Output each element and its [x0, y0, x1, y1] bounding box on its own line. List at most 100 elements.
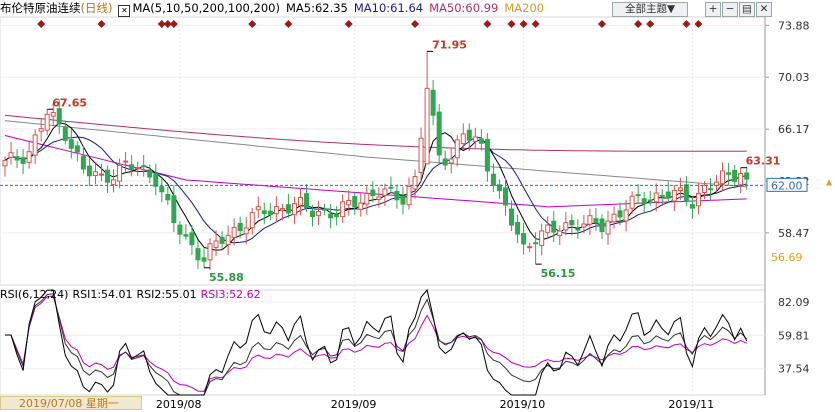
candle-up [611, 213, 617, 223]
candle-down [141, 165, 147, 168]
candle-down [261, 210, 267, 215]
candle-up [123, 160, 129, 163]
candle-down [219, 236, 225, 244]
candle-up [38, 128, 44, 132]
candle-up [273, 206, 279, 215]
candle-down [599, 218, 605, 233]
candle-up [213, 240, 219, 248]
candle-down [400, 195, 406, 205]
candle-up [44, 113, 50, 131]
candle-up [346, 200, 352, 206]
low-marker-label: 56.69 [771, 251, 803, 264]
candle-up [231, 226, 237, 239]
candle-up [249, 212, 255, 229]
candle-up [8, 152, 14, 158]
price-tick-label: 73.88 [778, 19, 810, 32]
candle-down [14, 156, 20, 161]
candle-up [358, 202, 364, 210]
candle-up [279, 208, 285, 211]
period-label[interactable]: (日线) [81, 1, 113, 15]
candle-up [98, 173, 104, 176]
ma10-value: MA10:61.64 [353, 1, 424, 15]
candle-up [291, 203, 297, 216]
event-marker-icon [284, 20, 293, 28]
candle-up [92, 171, 98, 177]
candle-down [183, 234, 189, 237]
candle-up [135, 167, 141, 170]
candle-down [20, 157, 26, 164]
annotation-label: 67.65 [52, 96, 87, 109]
candle-up [382, 188, 388, 196]
candle-down [641, 198, 647, 205]
ma-long-line [4, 114, 747, 152]
candle-down [195, 248, 201, 261]
candle-up [545, 224, 551, 233]
candle-down [129, 164, 135, 170]
event-marker-icon [682, 20, 691, 28]
zoom-out-button[interactable]: − [722, 2, 738, 17]
price-tick-label: 58.47 [778, 227, 810, 240]
ma200-line [4, 120, 747, 188]
candle-down [744, 172, 750, 180]
settings-icon[interactable]: ▤ [739, 2, 755, 17]
candle-up [207, 243, 213, 261]
candle-down [304, 193, 309, 209]
candle-down [509, 208, 515, 226]
candle-up [316, 211, 322, 217]
candle-down [56, 108, 62, 125]
ma50-value: MA50:60.99 [429, 1, 499, 15]
ma200-label: MA200 [504, 1, 545, 15]
ma-toggle-icon[interactable]: ✕ [118, 5, 131, 17]
rsi3-line [5, 295, 747, 392]
candle-up [32, 134, 38, 156]
candle-down [201, 257, 207, 262]
event-marker-icon [344, 20, 353, 28]
candle-up [340, 201, 346, 218]
candle-up [424, 87, 430, 165]
candle-up [557, 230, 563, 237]
candle-down [147, 169, 153, 178]
rsi-tick-label: 59.81 [778, 329, 810, 342]
candle-down [533, 242, 539, 245]
candle-up [418, 137, 424, 174]
rsi-tick-label: 82.09 [778, 296, 810, 309]
candle-down [575, 228, 581, 231]
event-marker-icon [411, 20, 420, 28]
candle-down [388, 186, 394, 189]
chart-canvas[interactable]: 73.8870.0366.1762.3258.4782.0959.8137.54… [0, 0, 835, 412]
candle-down [322, 208, 328, 211]
candle-down [665, 191, 671, 199]
month-tick-label: 2019/08 [156, 398, 202, 411]
event-marker-icon [519, 20, 528, 28]
price-alert-icon: ▲ [826, 177, 833, 186]
cursor-date: 2019/07/08 星期一 [0, 396, 142, 410]
candle-up [472, 136, 478, 142]
candle-down [569, 220, 575, 226]
zoom-in-button[interactable]: + [705, 2, 721, 17]
annotation-label: 71.95 [432, 38, 467, 51]
close-icon[interactable]: ✕ [756, 2, 772, 17]
candle-down [689, 204, 695, 209]
candle-down [502, 187, 508, 206]
candle-up [2, 159, 8, 167]
candle-down [551, 220, 557, 233]
rsi2-value: RSI2:55.01 [136, 288, 197, 301]
ma-params: MA(5,10,50,200,100,200) [132, 1, 280, 15]
candle-down [352, 196, 358, 208]
candle-down [328, 213, 334, 219]
candle-down [285, 204, 291, 214]
candle-down [683, 184, 689, 202]
theme-button[interactable]: 全部主题▼ [612, 2, 688, 17]
annotation-label: 56.15 [541, 267, 576, 280]
candle-up [412, 176, 418, 190]
rsi-header: RSI(6,12,24) RSI1:54.01 RSI2:55.01 RSI3:52.… [0, 288, 265, 302]
candle-down [177, 224, 183, 235]
candle-up [454, 139, 460, 159]
candle-up [701, 184, 707, 193]
candle-up [563, 222, 569, 231]
event-marker-icon [634, 20, 643, 28]
event-marker-icon [169, 20, 178, 28]
candle-up [448, 158, 454, 164]
candle-down [617, 210, 623, 218]
candle-down [171, 195, 177, 223]
